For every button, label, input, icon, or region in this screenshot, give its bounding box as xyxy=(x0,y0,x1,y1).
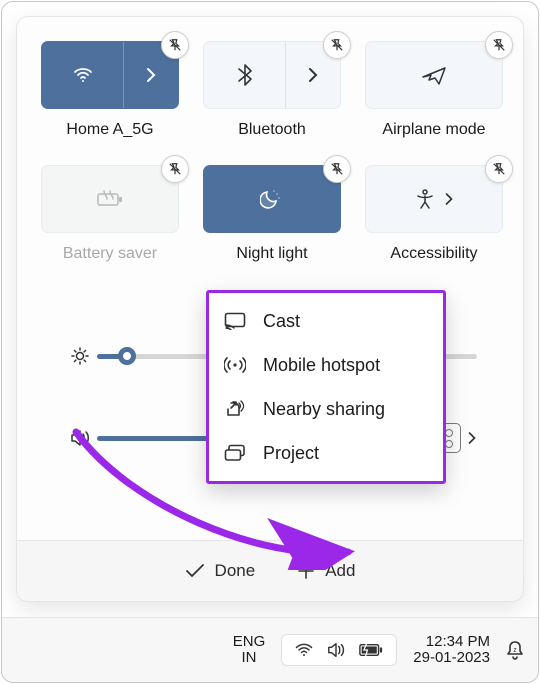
add-label: Add xyxy=(325,561,355,581)
tile-wifi: Home A_5G xyxy=(41,41,179,139)
menu-item-label: Mobile hotspot xyxy=(263,355,380,376)
unpin-icon xyxy=(492,38,506,52)
clock-time: 12:34 PM xyxy=(426,634,490,651)
chevron-right-icon xyxy=(307,67,319,83)
tile-bluetooth: Bluetooth xyxy=(203,41,341,139)
panel-footer: Done Add xyxy=(17,540,523,601)
accessibility-label: Accessibility xyxy=(390,245,477,263)
tiles-grid: Home A_5G Bluetooth xyxy=(41,41,499,263)
nightlight-tile[interactable] xyxy=(203,165,341,233)
notifications-button[interactable]: z xyxy=(504,639,526,661)
bluetooth-icon xyxy=(235,63,255,87)
airplane-tile[interactable] xyxy=(365,41,503,109)
language-indicator[interactable]: ENG IN xyxy=(233,634,266,666)
brightness-icon xyxy=(63,346,97,366)
wifi-icon xyxy=(294,641,314,659)
cast-icon xyxy=(223,312,247,330)
taskbar: ENG IN 12:34 PM 29-01-2023 z xyxy=(2,617,538,682)
unpin-icon xyxy=(492,162,506,176)
nearby-sharing-icon xyxy=(223,399,247,419)
unpin-airplane[interactable] xyxy=(485,31,513,59)
check-icon xyxy=(185,563,205,579)
wifi-tile[interactable] xyxy=(41,41,179,109)
project-icon xyxy=(223,444,247,462)
accessibility-icon xyxy=(414,188,436,210)
menu-item-label: Cast xyxy=(263,311,300,332)
nightlight-label: Night light xyxy=(236,245,307,263)
lang-top: ENG xyxy=(233,634,266,650)
plus-icon xyxy=(297,562,315,580)
wifi-label: Home A_5G xyxy=(66,121,153,139)
bluetooth-toggle[interactable] xyxy=(204,42,285,108)
menu-item-nearby[interactable]: Nearby sharing xyxy=(209,387,443,431)
battery-saver-icon xyxy=(96,189,124,209)
chevron-right-icon xyxy=(145,67,157,83)
battery-icon xyxy=(358,642,384,658)
bluetooth-tile[interactable] xyxy=(203,41,341,109)
airplane-icon xyxy=(421,64,447,86)
unpin-wifi[interactable] xyxy=(161,31,189,59)
night-light-icon xyxy=(260,187,284,211)
add-button[interactable]: Add xyxy=(297,561,355,581)
svg-text:z: z xyxy=(513,647,517,654)
unpin-icon xyxy=(168,162,182,176)
battery-label: Battery saver xyxy=(63,245,157,263)
lang-bot: IN xyxy=(242,650,257,666)
menu-item-hotspot[interactable]: Mobile hotspot xyxy=(209,343,443,387)
unpin-accessibility[interactable] xyxy=(485,155,513,183)
menu-item-label: Nearby sharing xyxy=(263,399,385,420)
accessibility-tile[interactable] xyxy=(365,165,503,233)
menu-item-project[interactable]: Project xyxy=(209,431,443,475)
unpin-bluetooth[interactable] xyxy=(323,31,351,59)
unpin-icon xyxy=(330,162,344,176)
volume-icon xyxy=(63,428,97,448)
unpin-icon xyxy=(168,38,182,52)
airplane-label: Airplane mode xyxy=(382,121,485,139)
unpin-battery[interactable] xyxy=(161,155,189,183)
menu-item-cast[interactable]: Cast xyxy=(209,299,443,343)
clock-date: 29-01-2023 xyxy=(413,650,490,667)
done-button[interactable]: Done xyxy=(185,561,256,581)
hotspot-icon xyxy=(223,355,247,375)
tile-airplane: Airplane mode xyxy=(365,41,503,139)
wifi-toggle[interactable] xyxy=(42,42,123,108)
chevron-right-icon xyxy=(467,431,477,445)
menu-item-label: Project xyxy=(263,443,319,464)
wifi-icon xyxy=(71,63,95,87)
chevron-right-icon xyxy=(444,192,454,206)
add-menu: Cast Mobile hotspot Nearby sharing Proje… xyxy=(206,290,446,484)
bluetooth-label: Bluetooth xyxy=(238,121,306,139)
volume-icon xyxy=(326,641,346,659)
unpin-nightlight[interactable] xyxy=(323,155,351,183)
tile-accessibility: Accessibility xyxy=(365,165,503,263)
done-label: Done xyxy=(215,561,256,581)
tile-nightlight: Night light xyxy=(203,165,341,263)
battery-tile xyxy=(41,165,179,233)
focus-assist-icon: z xyxy=(504,639,526,661)
tile-battery: Battery saver xyxy=(41,165,179,263)
unpin-icon xyxy=(330,38,344,52)
clock[interactable]: 12:34 PM 29-01-2023 xyxy=(413,634,490,667)
system-tray[interactable] xyxy=(281,634,397,666)
